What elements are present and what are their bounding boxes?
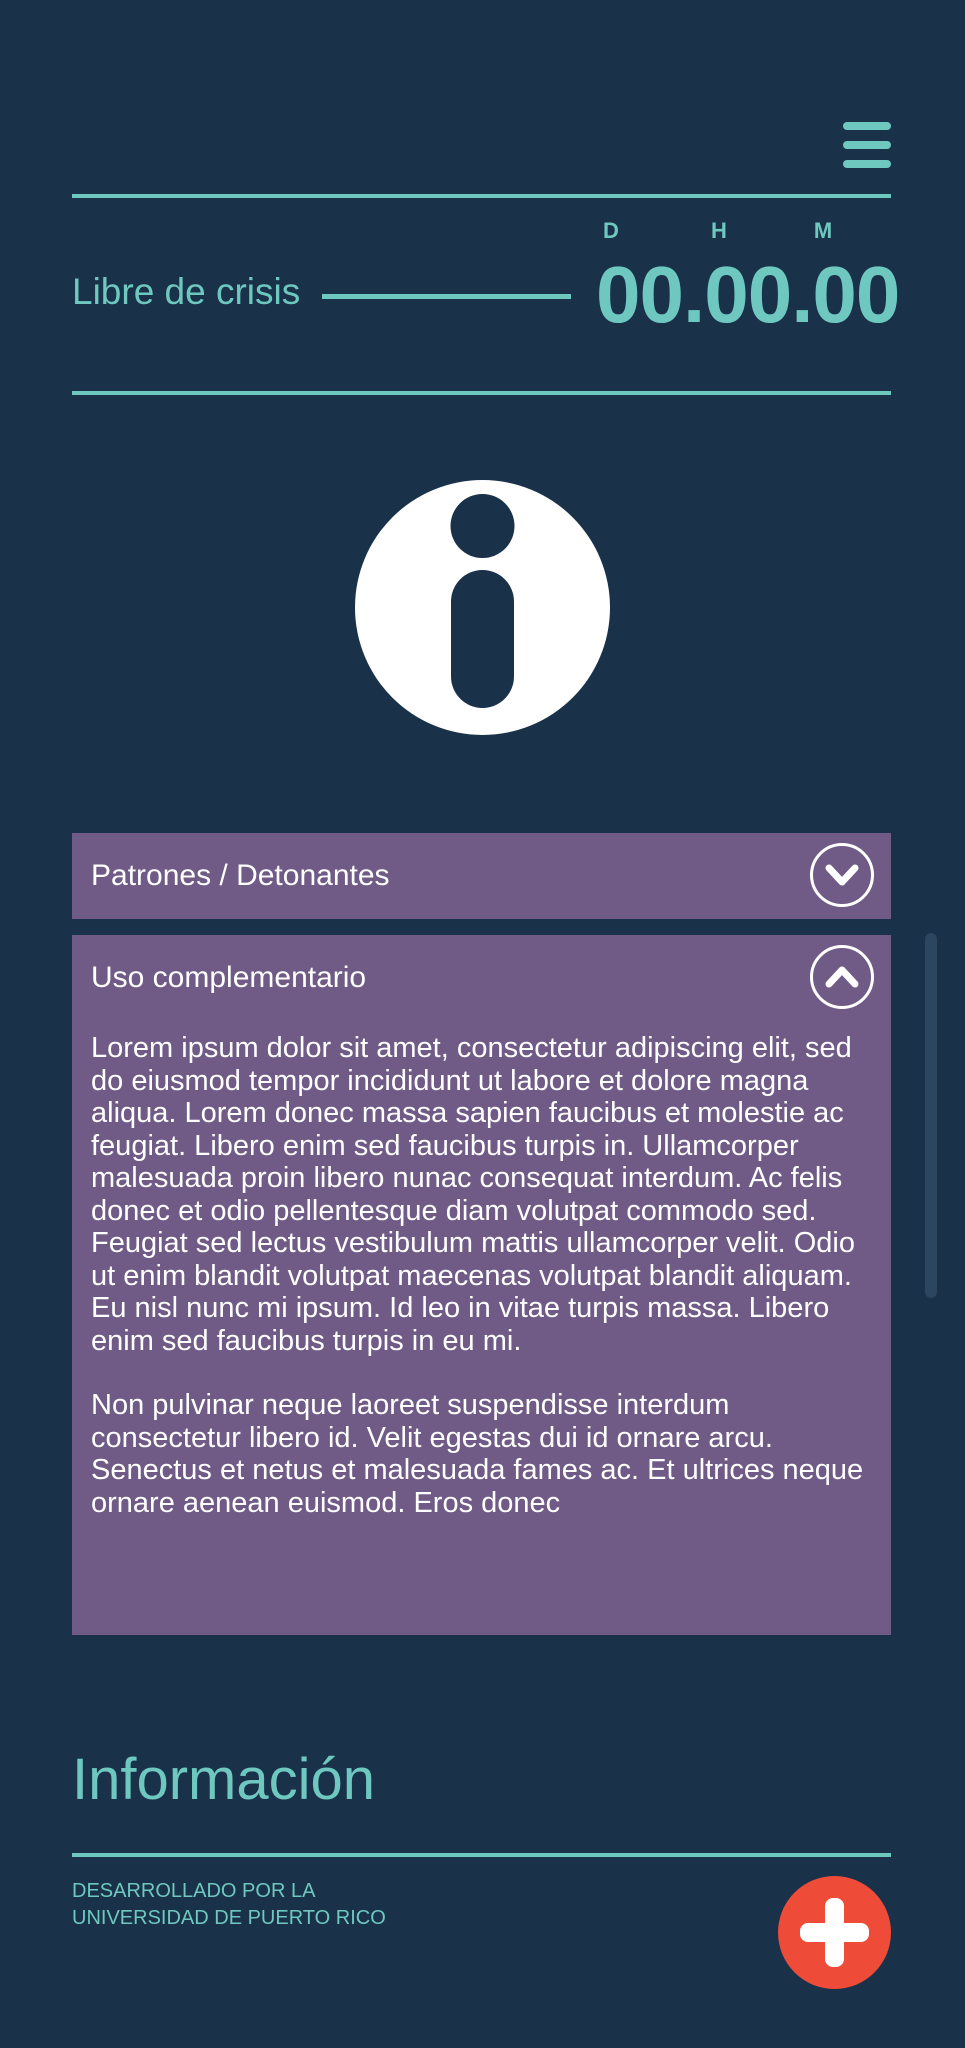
chevron-up-icon[interactable] xyxy=(810,945,874,1009)
credits-line: UNIVERSIDAD DE PUERTO RICO xyxy=(72,1907,386,1929)
add-button[interactable] xyxy=(778,1876,891,1989)
content-paragraph: Lorem ipsum dolor sit amet, consectetur … xyxy=(91,1032,855,1357)
counter-connector-line xyxy=(322,294,571,299)
unit-minutes-label: M xyxy=(813,218,833,243)
menu-bar xyxy=(843,160,891,168)
menu-bar xyxy=(843,141,891,149)
counter-bottom-divider xyxy=(72,391,891,395)
plus-icon xyxy=(825,1898,844,1967)
hamburger-menu-icon[interactable] xyxy=(840,120,894,170)
footer-divider xyxy=(72,1853,891,1857)
info-section-heading: Información xyxy=(72,1747,376,1812)
accordion-content: Lorem ipsum dolor sit amet, consectetur … xyxy=(91,1032,881,1602)
content-paragraph: Non pulvinar neque laoreet suspendisse i… xyxy=(91,1389,864,1519)
scrollbar-thumb[interactable] xyxy=(925,933,937,1298)
accordion-uso-complementario[interactable]: Uso complementario Lorem ipsum dolor sit… xyxy=(72,935,891,1635)
unit-days-label: D xyxy=(603,218,619,243)
unit-hours-label: H xyxy=(711,218,727,243)
counter-label: Libre de crisis xyxy=(72,271,301,312)
crisis-free-counter: 00.00.00 xyxy=(596,250,900,339)
accordion-title: Patrones / Detonantes xyxy=(91,859,390,892)
accordion-title: Uso complementario xyxy=(91,961,367,994)
info-icon xyxy=(355,480,610,735)
chevron-down-icon[interactable] xyxy=(810,843,874,907)
top-divider xyxy=(72,194,891,198)
menu-bar xyxy=(843,122,891,130)
accordion-patrones-detonantes[interactable]: Patrones / Detonantes xyxy=(72,833,891,919)
credits-line: DESARROLLADO POR LA xyxy=(72,1880,316,1902)
credits-text: DESARROLLADO POR LA UNIVERSIDAD DE PUERT… xyxy=(72,1878,386,1932)
